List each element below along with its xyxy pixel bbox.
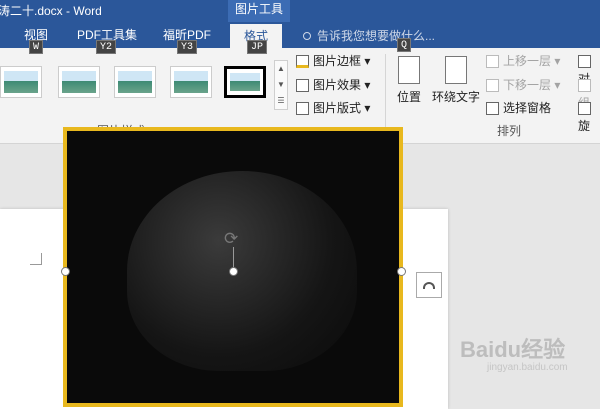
bring-forward-icon bbox=[486, 55, 499, 69]
ribbon-tab-bar: 视图 PDF工具集 福昕PDF 格式 告诉我您想要做什么... bbox=[0, 22, 600, 48]
wrap-text-button[interactable]: 环绕文字 bbox=[430, 56, 482, 105]
keytip-view: W bbox=[29, 40, 44, 54]
rotate-icon bbox=[578, 102, 591, 116]
group-button[interactable]: 组 bbox=[578, 76, 600, 110]
picture-layout-button[interactable]: 图片版式 ▾ bbox=[296, 99, 370, 117]
selection-pane-icon bbox=[486, 102, 499, 116]
arrange-group-label: 排列 bbox=[497, 124, 522, 138]
picture-border-button[interactable]: 图片边框 ▾ bbox=[296, 52, 370, 70]
send-backward-icon bbox=[486, 79, 499, 93]
title-bar: 涛二十.docx - Word 图片工具 bbox=[0, 0, 600, 22]
rotate-handle-stem bbox=[233, 247, 234, 268]
picture-layout-icon bbox=[296, 102, 309, 116]
position-button[interactable]: 位置 bbox=[394, 56, 424, 105]
tell-me-search[interactable]: 告诉我您想要做什么... bbox=[303, 27, 435, 44]
gallery-scroll-arrows[interactable]: ▲ ▼ ☰ bbox=[274, 60, 288, 110]
resize-handle-top-left[interactable] bbox=[61, 267, 70, 276]
rotate-handle-icon[interactable]: ⟳ bbox=[224, 229, 244, 249]
picture-effects-icon bbox=[296, 79, 309, 93]
keytip-pdf-tools: Y2 bbox=[96, 40, 117, 54]
picture-border-icon bbox=[296, 55, 309, 69]
watermark-logo: Baidu经验 bbox=[460, 337, 566, 362]
picture-effects-button[interactable]: 图片效果 ▾ bbox=[296, 76, 370, 94]
group-divider bbox=[385, 54, 386, 134]
keytip-foxit-pdf: Y3 bbox=[177, 40, 198, 54]
window-title: 涛二十.docx - Word bbox=[0, 4, 102, 18]
tell-me-bulb-icon bbox=[303, 32, 311, 40]
resize-handle-top-center[interactable] bbox=[229, 267, 238, 276]
picture-style-thumb-selected[interactable] bbox=[224, 66, 266, 98]
bring-forward-button[interactable]: 上移一层 ▾ bbox=[486, 52, 560, 70]
picture-styles-gallery: ▲ ▼ ☰ bbox=[0, 54, 290, 110]
wrap-text-icon bbox=[445, 56, 467, 84]
picture-style-thumb[interactable] bbox=[170, 66, 212, 98]
picture-style-thumb[interactable] bbox=[58, 66, 100, 98]
picture-style-thumb[interactable] bbox=[114, 66, 156, 98]
position-icon bbox=[398, 56, 420, 84]
layout-options-icon[interactable] bbox=[416, 272, 442, 298]
picture-style-thumb[interactable] bbox=[0, 66, 42, 98]
align-button[interactable]: 对 bbox=[578, 52, 600, 86]
resize-handle-top-right[interactable] bbox=[397, 267, 406, 276]
photo-subject-hair bbox=[127, 171, 357, 371]
selection-pane-button[interactable]: 选择窗格 bbox=[486, 99, 551, 117]
picture-tools-context-label: 图片工具 bbox=[228, 0, 290, 22]
rotate-button[interactable]: 旋 bbox=[578, 99, 600, 133]
watermark-url: jingyan.baidu.com bbox=[487, 362, 568, 373]
margin-corner-mark bbox=[30, 253, 42, 265]
tell-me-text: 告诉我您想要做什么... bbox=[317, 29, 436, 43]
send-backward-button[interactable]: 下移一层 ▾ bbox=[486, 76, 560, 94]
keytip-format: JP bbox=[247, 40, 268, 54]
align-icon bbox=[578, 55, 591, 69]
keytip-tell-me: Q bbox=[397, 38, 412, 52]
group-icon bbox=[578, 79, 591, 93]
